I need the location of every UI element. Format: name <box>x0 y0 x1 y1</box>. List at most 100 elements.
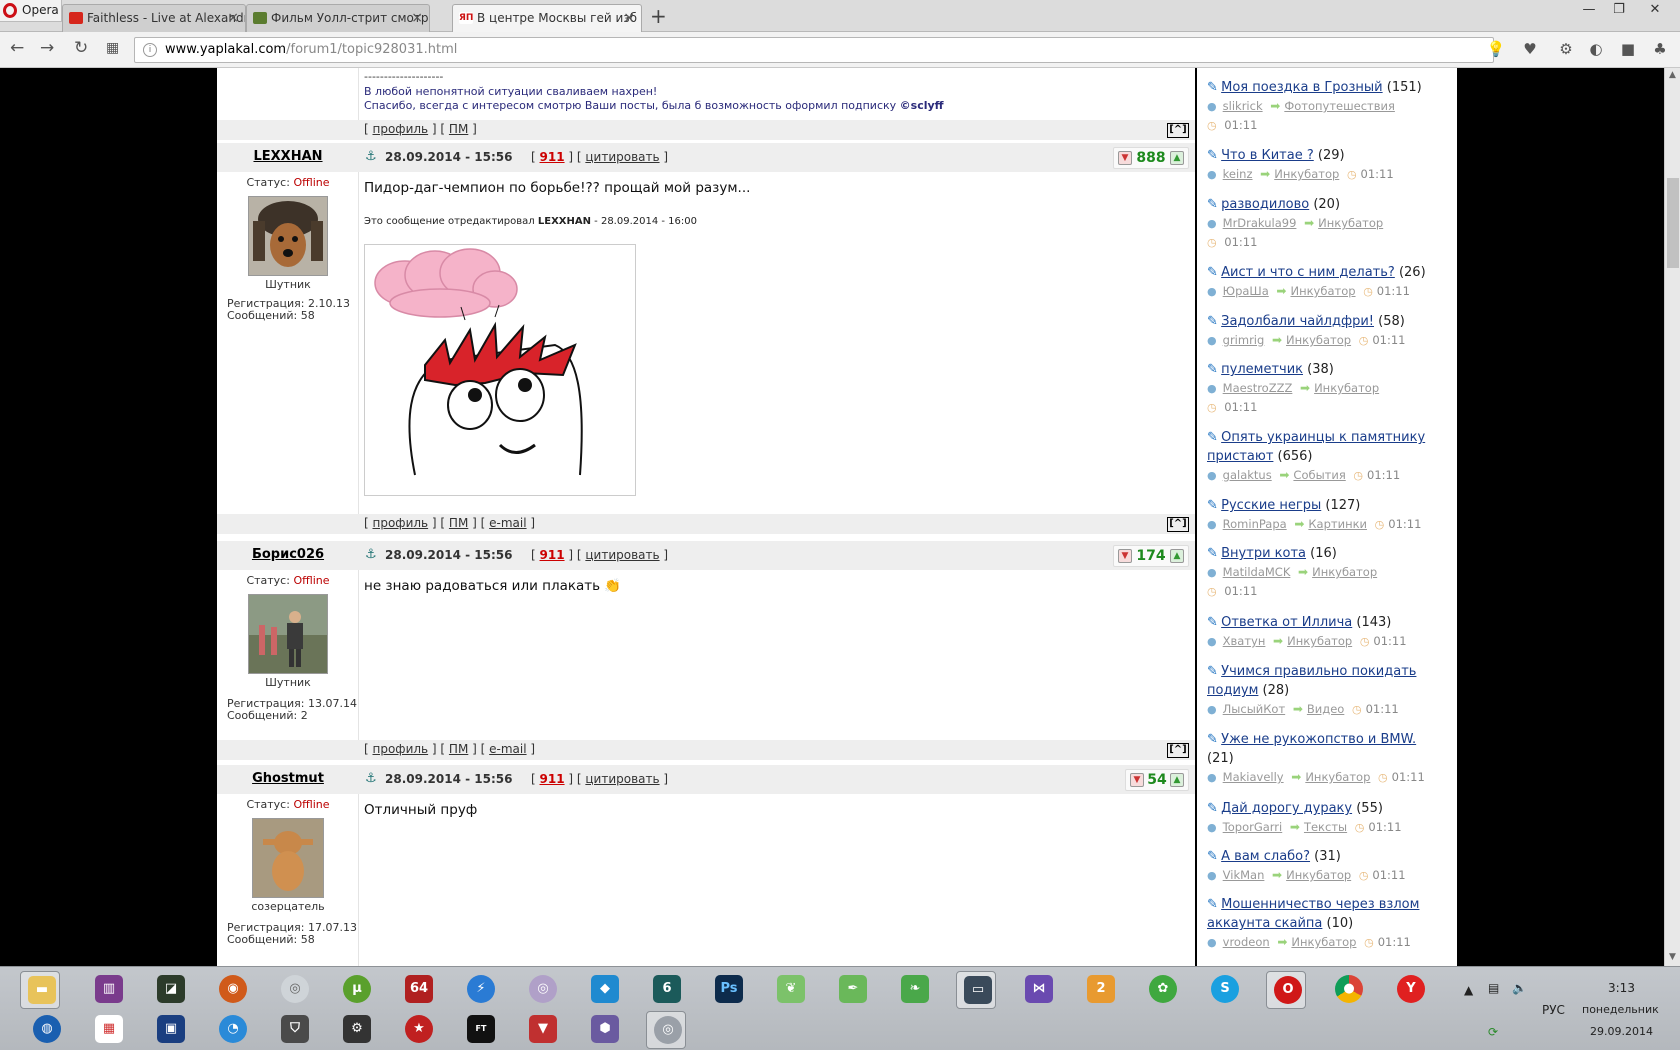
report-911-link[interactable]: 911 <box>540 150 565 164</box>
taskbar-aida64[interactable]: 64 <box>398 971 438 1009</box>
sidebar-topic-link[interactable]: разводилово <box>1221 197 1309 212</box>
reload-icon[interactable]: ↻ <box>74 38 88 58</box>
sidebar-section-link[interactable]: Инкубатор <box>1291 935 1356 949</box>
sidebar-topic-link[interactable]: Аист и что с ним делать? <box>1221 265 1395 280</box>
email-link[interactable]: e-mail <box>489 742 526 756</box>
taskbar-visual-studio[interactable]: ⋈ <box>1018 971 1058 1009</box>
thumb-down-icon[interactable]: ▼ <box>1118 549 1132 563</box>
sidebar-section-link[interactable]: Картинки <box>1308 517 1367 531</box>
taskbar-opera[interactable]: O <box>1266 971 1306 1009</box>
tab-yaplakal[interactable]: ЯП В центре Москвы гей изб × <box>452 4 642 33</box>
tray-clock-day[interactable]: понедельник <box>1582 1003 1659 1016</box>
sidebar-section-link[interactable]: Инкубатор <box>1305 770 1370 784</box>
taskbar-wot[interactable]: ⛉ <box>274 1011 314 1049</box>
close-window-button[interactable]: ✕ <box>1640 0 1670 20</box>
extension-ghost-icon[interactable]: ◐ <box>1586 40 1606 60</box>
tray-clock-date[interactable]: 29.09.2014 <box>1590 1025 1653 1038</box>
taskbar-firefox[interactable]: ◉ <box>212 971 252 1009</box>
lightbulb-icon[interactable]: 💡 <box>1486 40 1506 60</box>
taskbar-mediaget[interactable]: ◆ <box>584 971 624 1009</box>
pm-link[interactable]: ПМ <box>449 516 468 530</box>
taskbar-settings-app[interactable]: ⚙ <box>336 1011 376 1049</box>
sidebar-section-link[interactable]: Инкубатор <box>1274 167 1339 181</box>
sidebar-user-link[interactable]: MatildaMCK <box>1223 565 1291 579</box>
taskbar-flashget[interactable]: ⚡ <box>460 971 500 1009</box>
sidebar-user-link[interactable]: MaestroZZZ <box>1223 381 1293 395</box>
sidebar-topic-link[interactable]: Внутри кота <box>1221 546 1306 561</box>
taskbar-corel-1[interactable]: ❦ <box>770 971 810 1009</box>
post-username[interactable]: Борис026 <box>217 547 359 562</box>
sidebar-section-link[interactable]: Инкубатор <box>1290 284 1355 298</box>
tab-wallstreet[interactable]: Фильм Уолл-стрит смотр × <box>246 4 430 32</box>
sidebar-section-link[interactable]: Фотопутешествия <box>1284 99 1395 113</box>
thumb-down-icon[interactable]: ▼ <box>1118 151 1132 165</box>
sidebar-section-link[interactable]: Инкубатор <box>1286 868 1351 882</box>
post-anchor-icon[interactable]: ⚓ <box>365 149 377 164</box>
scroll-top-button[interactable]: [^] <box>1167 517 1189 532</box>
quote-link[interactable]: цитировать <box>585 150 659 164</box>
scroll-up-arrow-icon[interactable]: ▲ <box>1669 70 1676 80</box>
post-image[interactable] <box>364 244 636 496</box>
sidebar-section-link[interactable]: События <box>1293 468 1345 482</box>
thumb-down-icon[interactable]: ▼ <box>1130 773 1144 787</box>
sidebar-topic-link[interactable]: Задолбали чайлдфри! <box>1221 314 1374 329</box>
taskbar-explorer[interactable]: ▬ <box>20 971 60 1009</box>
profile-link[interactable]: профиль <box>373 516 429 530</box>
tray-update-icon[interactable]: ⟳ <box>1488 1025 1498 1039</box>
tray-expand-icon[interactable]: ▲ <box>1464 983 1473 997</box>
taskbar-yandex[interactable]: Y <box>1390 971 1430 1009</box>
profile-link[interactable]: профиль <box>373 122 429 136</box>
sidebar-section-link[interactable]: Тексты <box>1304 820 1347 834</box>
sidebar-user-link[interactable]: MrDrakula99 <box>1223 216 1297 230</box>
taskbar-triangle-app[interactable]: ▼ <box>522 1011 562 1049</box>
pm-link[interactable]: ПМ <box>449 122 468 136</box>
email-link[interactable]: e-mail <box>489 516 526 530</box>
sidebar-topic-link[interactable]: Русские негры <box>1221 498 1321 513</box>
taskbar-apps-grid[interactable]: ▦ <box>88 1011 128 1049</box>
sidebar-topic-link-cont[interactable]: аккаунта скайпа <box>1207 916 1322 931</box>
extension-green-icon[interactable]: ♣ <box>1650 40 1670 60</box>
sidebar-section-link[interactable]: Инкубатор <box>1312 565 1377 579</box>
taskbar-audio-app[interactable]: ◎ <box>646 1011 686 1049</box>
thumb-up-icon[interactable]: ▲ <box>1170 151 1184 165</box>
sidebar-topic-link[interactable]: Учимся правильно покидать <box>1221 664 1416 679</box>
sidebar-user-link[interactable]: keinz <box>1223 167 1253 181</box>
quote-link[interactable]: цитировать <box>585 548 659 562</box>
sidebar-user-link[interactable]: grimrig <box>1223 333 1265 347</box>
taskbar-qip[interactable]: ◔ <box>212 1011 252 1049</box>
extension-black-icon[interactable]: ■ <box>1618 40 1638 60</box>
pm-link[interactable]: ПМ <box>449 742 468 756</box>
sidebar-topic-link[interactable]: А вам слабо? <box>1221 849 1310 864</box>
close-tab-icon[interactable]: × <box>623 5 635 31</box>
speed-dial-grid-icon[interactable]: ▦ <box>106 40 119 56</box>
taskbar-chart-app[interactable]: ◪ <box>150 971 190 1009</box>
taskbar-google-earth[interactable]: ◍ <box>26 1011 66 1049</box>
close-tab-icon[interactable]: × <box>411 5 423 31</box>
sidebar-section-link[interactable]: Инкубатор <box>1318 216 1383 230</box>
sidebar-section-link[interactable]: Инкубатор <box>1314 381 1379 395</box>
minimize-button[interactable]: — <box>1574 0 1604 20</box>
sidebar-topic-link[interactable]: Дай дорогу дураку <box>1221 801 1352 816</box>
post-username[interactable]: Ghostmut <box>217 771 359 786</box>
sidebar-topic-link[interactable]: Мошенничество через взлом <box>1221 897 1419 912</box>
sidebar-user-link[interactable]: galaktus <box>1223 468 1272 482</box>
url-field[interactable]: i www.yaplakal.com/forum1/topic928031.ht… <box>134 37 1494 63</box>
profile-link[interactable]: профиль <box>373 742 429 756</box>
sidebar-topic-link[interactable]: Уже не рукожопство и BMW. <box>1221 732 1416 747</box>
taskbar-corel-3[interactable]: ❧ <box>894 971 934 1009</box>
scroll-down-arrow-icon[interactable]: ▼ <box>1669 952 1676 962</box>
taskbar-app-6[interactable]: 6 <box>646 971 686 1009</box>
taskbar-app-chart2[interactable]: 2 <box>1080 971 1120 1009</box>
sidebar-user-link[interactable]: RominPapa <box>1223 517 1287 531</box>
taskbar-disc[interactable]: ◎ <box>274 971 314 1009</box>
heart-icon[interactable]: ♥ <box>1520 40 1540 60</box>
sidebar-topic-link[interactable]: пулеметчик <box>1221 362 1303 377</box>
close-tab-icon[interactable]: × <box>227 5 239 31</box>
taskbar-skype[interactable]: S <box>1204 971 1244 1009</box>
scroll-top-button[interactable]: [^] <box>1167 123 1189 138</box>
tab-faithless[interactable]: Faithless - Live at Alexandr × <box>62 4 246 32</box>
sidebar-section-link[interactable]: Инкубатор <box>1287 634 1352 648</box>
thumb-up-icon[interactable]: ▲ <box>1170 773 1184 787</box>
taskbar-icq[interactable]: ✿ <box>1142 971 1182 1009</box>
maximize-button[interactable]: ❐ <box>1604 0 1634 20</box>
